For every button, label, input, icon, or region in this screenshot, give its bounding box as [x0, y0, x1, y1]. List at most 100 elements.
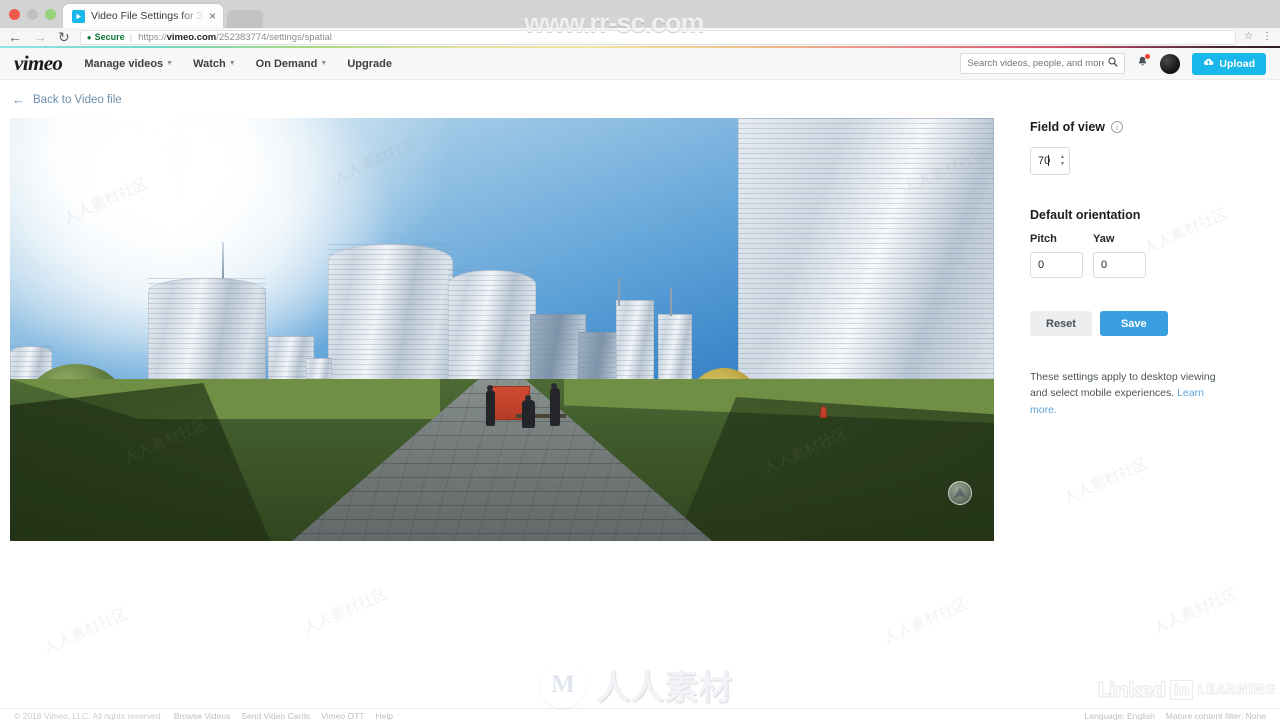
construction-crane-b — [670, 288, 672, 316]
person-left — [486, 390, 495, 426]
primary-navigation: Manage videos ▼ Watch ▼ On Demand ▼ Upgr… — [84, 58, 392, 70]
yaw-label: Yaw — [1093, 233, 1115, 245]
nav-item-watch[interactable]: Watch ▼ — [193, 58, 236, 70]
window-traffic-lights — [9, 9, 56, 20]
tab-strip: Video File Settings for 360 Me × — [63, 0, 264, 28]
user-avatar[interactable] — [1160, 53, 1181, 74]
footer-language-selector[interactable]: Language: English — [1084, 711, 1154, 720]
person-left-head — [487, 385, 493, 391]
nav-item-manage-videos[interactable]: Manage videos ▼ — [84, 58, 173, 70]
omnibox-actions: ☆ ⋮ — [1244, 32, 1272, 42]
footer-link-browse-videos[interactable]: Browse Videos — [174, 711, 231, 720]
reset-button[interactable]: Reset — [1030, 311, 1092, 336]
back-to-video-file-link[interactable]: ← Back to Video file — [0, 80, 1004, 118]
nav-label: Manage videos — [84, 57, 164, 70]
construction-crane-a — [618, 278, 620, 306]
chevron-down-icon: ▼ — [228, 60, 236, 67]
nav-item-upgrade[interactable]: Upgrade — [347, 58, 392, 70]
tab-title: Video File Settings for 360 Me — [91, 10, 205, 22]
omnibox-separator: | — [129, 31, 133, 43]
url-protocol: https:// — [138, 31, 167, 43]
browser-tab[interactable]: Video File Settings for 360 Me × — [63, 4, 223, 28]
pitch-field-group: Pitch 0 — [1030, 233, 1083, 278]
save-button[interactable]: Save — [1099, 311, 1168, 336]
footer-left-links: © 2018 Vimeo, LLC. All rights reserved. … — [14, 711, 393, 720]
cloud-upload-icon — [1203, 58, 1214, 70]
vimeo-site-header: vimeo Manage videos ▼ Watch ▼ On Demand … — [0, 48, 1280, 80]
browser-toolbar: ← → ↻ ● Secure | https:// vimeo.com /252… — [0, 28, 1280, 46]
spatial-settings-panel: Field of view i 70 ▲ ▼ Default orientati… — [1004, 80, 1280, 719]
stepper-up-icon[interactable]: ▲ — [1060, 155, 1065, 160]
vimeo-play-favicon — [72, 9, 85, 23]
search-input[interactable] — [967, 58, 1105, 69]
upload-button-label: Upload — [1219, 57, 1255, 70]
nav-item-on-demand[interactable]: On Demand ▼ — [256, 58, 328, 70]
field-of-view-stepper[interactable]: ▲ ▼ — [1060, 155, 1065, 167]
footer-link-help[interactable]: Help — [375, 711, 392, 720]
person-center — [522, 400, 535, 428]
arrow-left-icon: ← — [12, 92, 25, 107]
pitch-value: 0 — [1038, 259, 1045, 271]
bookmark-star-icon[interactable]: ☆ — [1244, 32, 1253, 42]
back-icon[interactable]: ← — [8, 30, 22, 44]
footer-copyright: © 2018 Vimeo, LLC. All rights reserved. — [14, 711, 163, 720]
close-window-button[interactable] — [9, 9, 20, 20]
site-footer: © 2018 Vimeo, LLC. All rights reserved. … — [0, 708, 1280, 720]
footer-link-vimeo-ott[interactable]: Vimeo OTT — [321, 711, 364, 720]
secure-label: Secure — [94, 32, 125, 42]
settings-helper-text: These settings apply to desktop viewing … — [1030, 369, 1230, 418]
url-path: /252383774/settings/spatial — [216, 31, 332, 43]
nav-label: Upgrade — [347, 57, 392, 70]
nav-label: Watch — [193, 57, 226, 70]
info-icon[interactable]: i — [1111, 121, 1124, 133]
address-bar[interactable]: ● Secure | https:// vimeo.com /252383774… — [79, 29, 1237, 45]
footer-link-send-video-cards[interactable]: Send Video Cards — [241, 711, 310, 720]
person-right — [550, 388, 560, 426]
minimize-window-button[interactable] — [27, 9, 38, 20]
lock-icon: ● — [86, 32, 92, 42]
text-cursor — [1048, 155, 1050, 166]
navigation-buttons: ← → ↻ — [8, 30, 70, 44]
browser-title-bar: Video File Settings for 360 Me × — [0, 0, 1280, 28]
notifications-button[interactable] — [1137, 53, 1151, 73]
url-host: vimeo.com — [166, 31, 217, 43]
cn-tower-spire — [222, 242, 224, 280]
person-right-head — [551, 383, 557, 389]
chevron-down-icon: ▼ — [320, 60, 328, 67]
search-box[interactable] — [960, 53, 1126, 74]
compass-needle-icon — [953, 487, 967, 499]
stepper-down-icon[interactable]: ▼ — [1060, 162, 1065, 167]
yaw-input[interactable]: 0 — [1093, 252, 1146, 278]
field-of-view-title: Field of view — [1030, 120, 1106, 134]
person-center-head — [525, 395, 531, 401]
video-preview-player[interactable] — [10, 118, 994, 541]
footer-mature-filter-selector[interactable]: Mature content filter: None — [1166, 711, 1266, 720]
back-link-label: Back to Video file — [33, 93, 122, 106]
header-right-cluster: Upload — [960, 52, 1266, 75]
close-tab-icon[interactable]: × — [205, 10, 216, 22]
vimeo-logo[interactable]: vimeo — [14, 51, 63, 76]
field-of-view-input[interactable]: 70 ▲ ▼ — [1030, 147, 1070, 175]
background-tab[interactable] — [226, 10, 264, 28]
pitch-input[interactable]: 0 — [1030, 252, 1083, 278]
field-of-view-header: Field of view i — [1030, 120, 1280, 134]
upload-button[interactable]: Upload — [1192, 52, 1266, 75]
browser-menu-icon[interactable]: ⋮ — [1262, 32, 1272, 42]
orange-cone — [820, 406, 827, 418]
reload-icon[interactable]: ↻ — [58, 30, 70, 44]
default-orientation-title: Default orientation — [1030, 208, 1141, 222]
forward-icon[interactable]: → — [33, 30, 47, 44]
settings-action-buttons: Reset Save — [1030, 311, 1280, 336]
player-column: ← Back to Video file — [0, 80, 1004, 719]
pitch-label: Pitch — [1030, 233, 1057, 245]
search-icon[interactable] — [1108, 57, 1119, 70]
nav-label: On Demand — [255, 57, 318, 70]
page-body: ← Back to Video file Field of view i 70 … — [0, 80, 1280, 719]
notification-badge — [1145, 53, 1151, 59]
yaw-field-group: Yaw 0 — [1093, 233, 1146, 278]
yaw-value: 0 — [1101, 259, 1108, 271]
footer-right-links: Language: English Mature content filter:… — [1084, 711, 1266, 720]
orientation-compass[interactable] — [948, 481, 972, 505]
chevron-down-icon: ▼ — [166, 60, 174, 67]
maximize-window-button[interactable] — [45, 9, 56, 20]
